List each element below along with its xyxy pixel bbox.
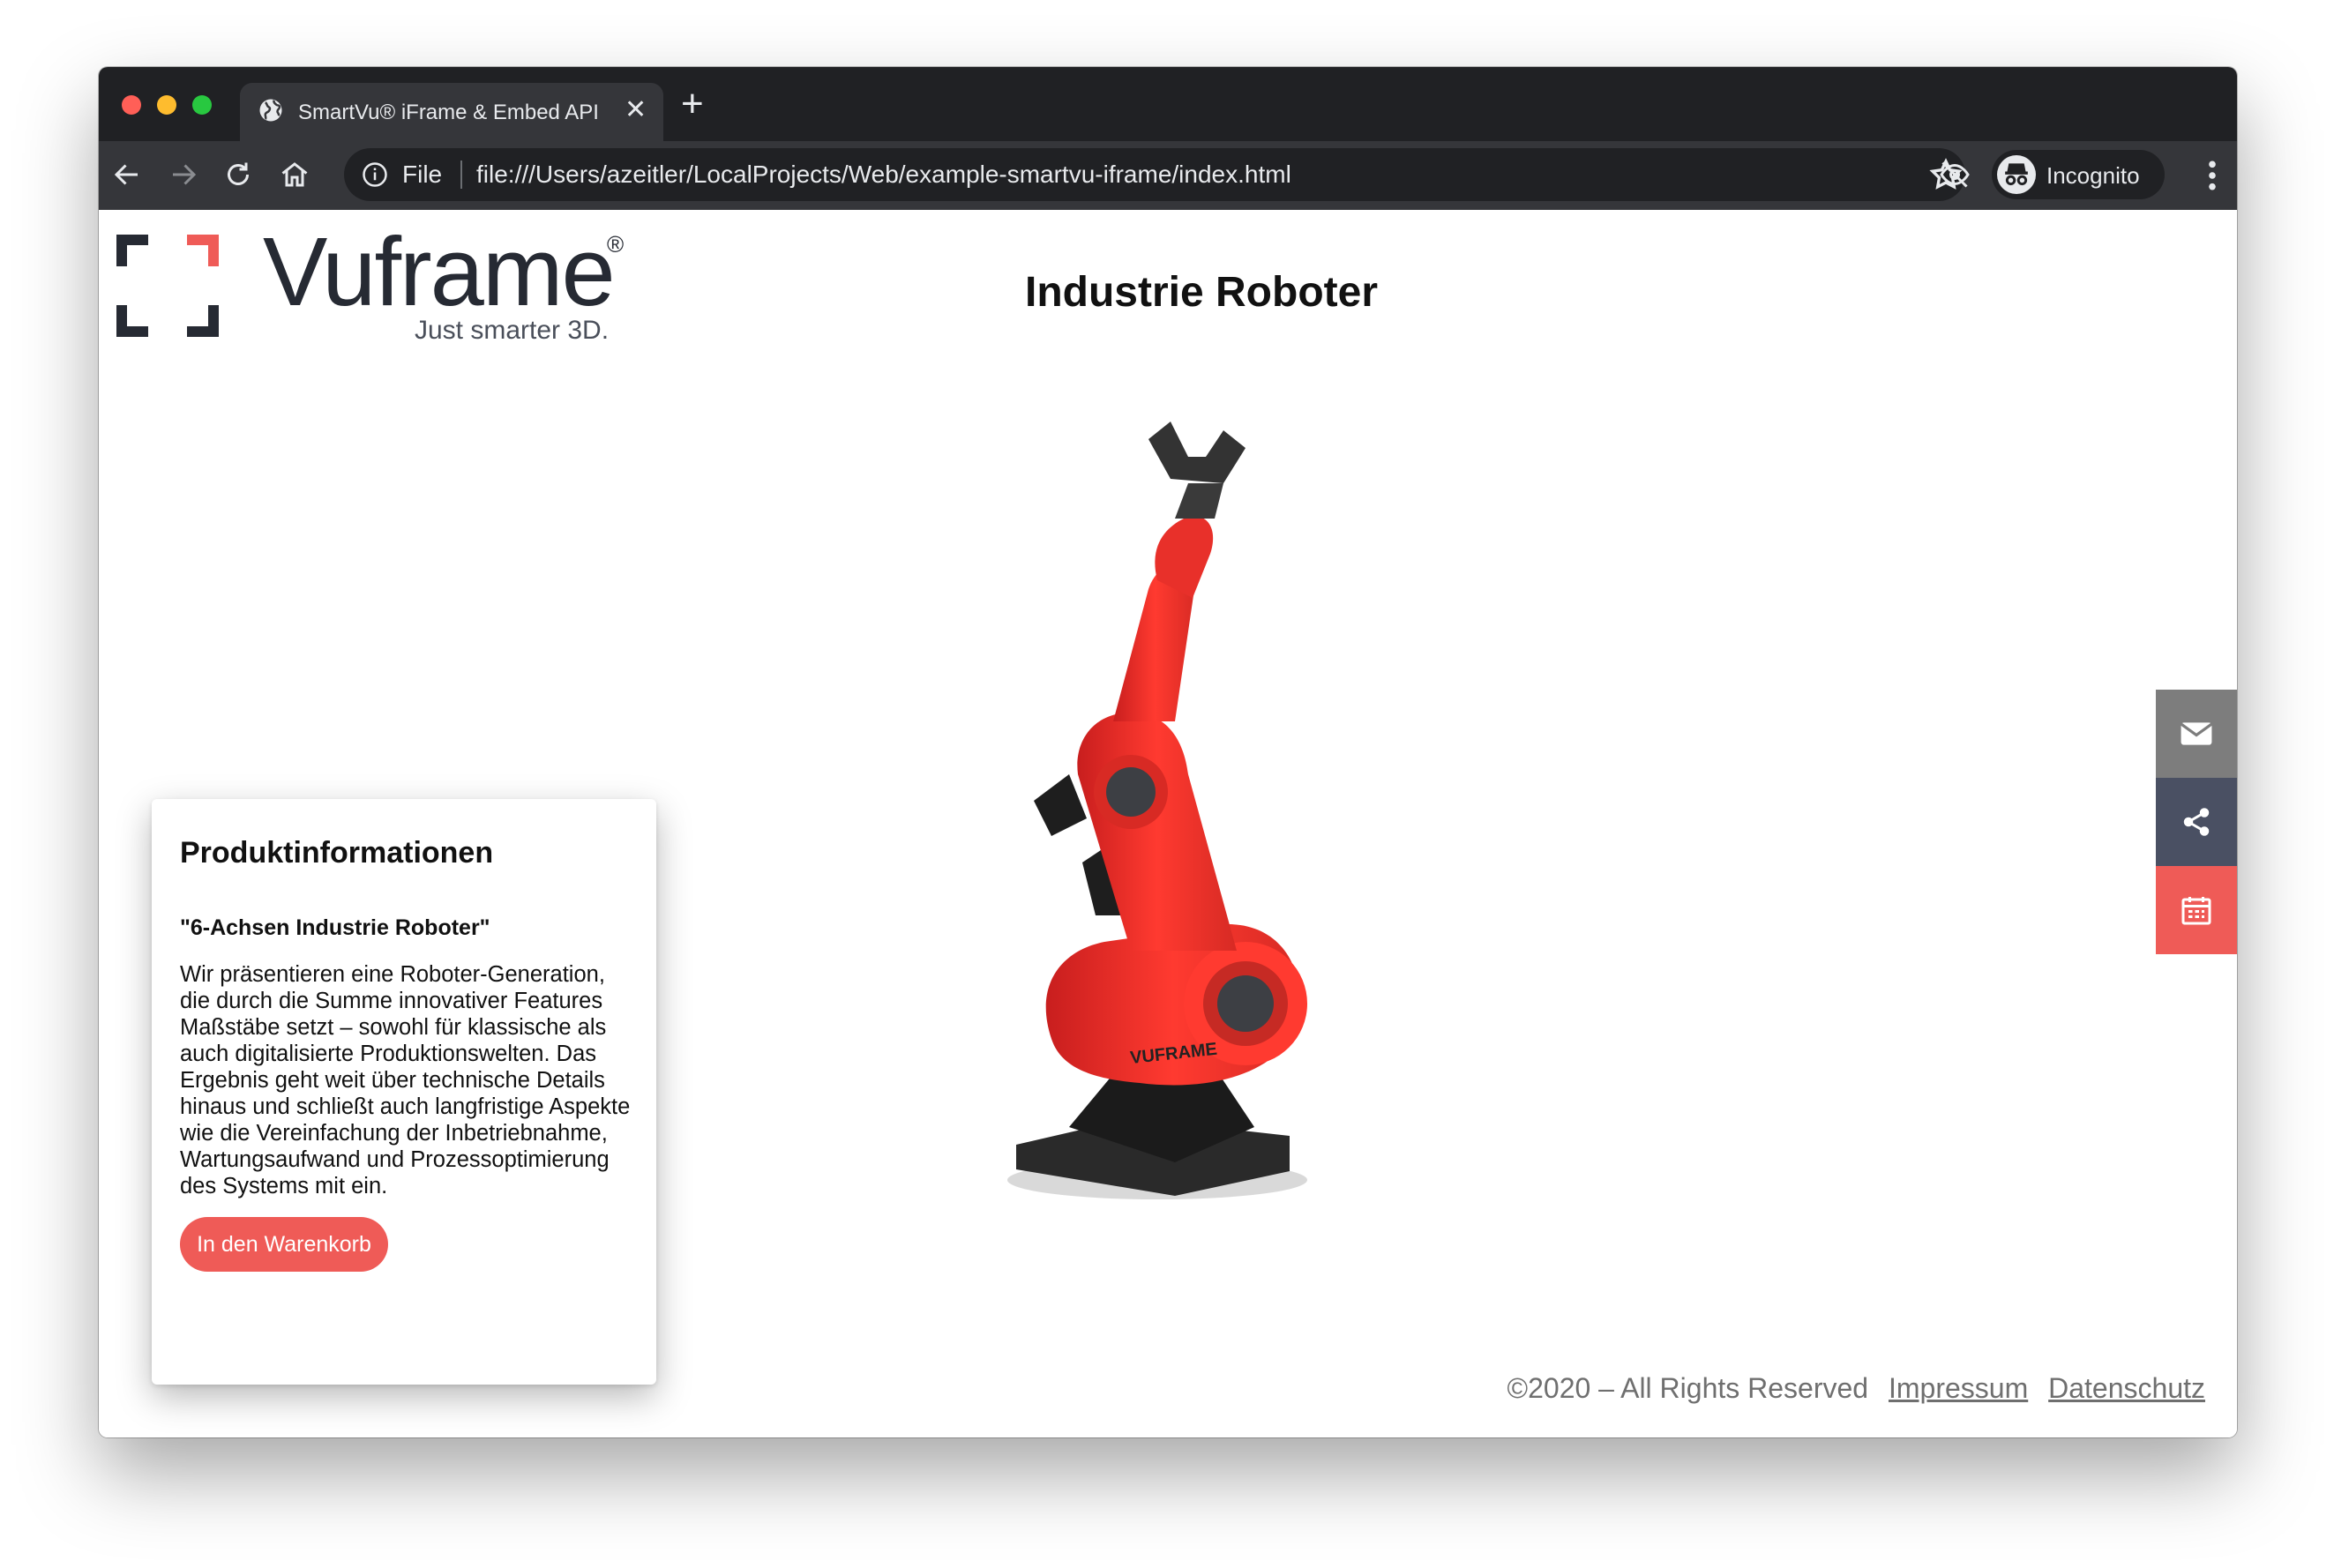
- browser-tab[interactable]: SmartVu® iFrame & Embed API ✕: [240, 83, 663, 141]
- address-separator: [460, 161, 462, 189]
- datenschutz-link[interactable]: Datenschutz: [2048, 1372, 2205, 1404]
- more-vert-icon[interactable]: [2205, 159, 2219, 192]
- product-name: "6-Achsen Industrie Roboter": [180, 915, 490, 940]
- tab-strip: SmartVu® iFrame & Embed API ✕ +: [99, 67, 2237, 141]
- card-heading: Produktinformationen: [180, 836, 494, 870]
- back-icon[interactable]: [111, 159, 143, 190]
- product-info-card: Produktinformationen "6-Achsen Industrie…: [152, 799, 656, 1385]
- reload-icon[interactable]: [222, 159, 254, 190]
- calendar-button[interactable]: [2156, 866, 2237, 954]
- tab-title: SmartVu® iFrame & Embed API: [298, 101, 599, 124]
- home-icon[interactable]: [279, 159, 310, 190]
- logo-brackets-icon: [116, 235, 219, 337]
- browser-window: SmartVu® iFrame & Embed API ✕ + File fil…: [99, 67, 2237, 1437]
- web-page: Vuframe ® Just smarter 3D. Industrie Rob…: [99, 210, 2237, 1437]
- logo-tagline: Just smarter 3D.: [415, 316, 610, 345]
- scheme-label: File: [402, 161, 443, 188]
- page-footer: ©2020 – All Rights Reserved Impressum Da…: [1507, 1372, 2205, 1405]
- impressum-link[interactable]: Impressum: [1889, 1372, 2028, 1404]
- mail-button[interactable]: [2156, 690, 2237, 778]
- robot-3d-viewer[interactable]: VUFRAME: [999, 422, 1422, 1215]
- url-text[interactable]: file:///Users/azeitler/LocalProjects/Web…: [476, 161, 1291, 189]
- browser-toolbar: File file:///Users/azeitler/LocalProject…: [99, 141, 2237, 211]
- incognito-icon: [1997, 155, 2036, 194]
- logo-wordmark: Vuframe: [263, 218, 616, 326]
- mail-icon: [2180, 722, 2213, 745]
- close-window-button[interactable]: [122, 95, 141, 115]
- share-button[interactable]: [2156, 778, 2237, 866]
- product-description: Wir präsentieren eine Roboter-Generation…: [180, 962, 631, 1198]
- star-icon[interactable]: [1928, 157, 1964, 192]
- calendar-icon: [2181, 897, 2211, 925]
- copyright-text: ©2020 – All Rights Reserved: [1507, 1372, 1869, 1404]
- info-icon[interactable]: [362, 161, 388, 188]
- incognito-label: Incognito: [2046, 162, 2140, 189]
- close-tab-icon[interactable]: ✕: [625, 95, 647, 125]
- zoom-window-button[interactable]: [192, 95, 212, 115]
- window-controls: [122, 95, 212, 115]
- page-title: Industrie Roboter: [1024, 269, 1378, 316]
- globe-icon: [259, 99, 282, 122]
- incognito-profile-button[interactable]: Incognito: [1992, 150, 2165, 199]
- address-bar[interactable]: File file:///Users/azeitler/LocalProject…: [344, 148, 1970, 201]
- share-icon: [2183, 808, 2210, 836]
- registered-mark: ®: [607, 231, 625, 258]
- forward-icon[interactable]: [168, 159, 199, 190]
- side-action-bar: [2156, 690, 2237, 954]
- add-to-cart-button[interactable]: In den Warenkorb: [180, 1217, 388, 1272]
- new-tab-button[interactable]: +: [681, 85, 704, 123]
- minimize-window-button[interactable]: [157, 95, 176, 115]
- vuframe-logo[interactable]: Vuframe ® Just smarter 3D.: [116, 224, 624, 345]
